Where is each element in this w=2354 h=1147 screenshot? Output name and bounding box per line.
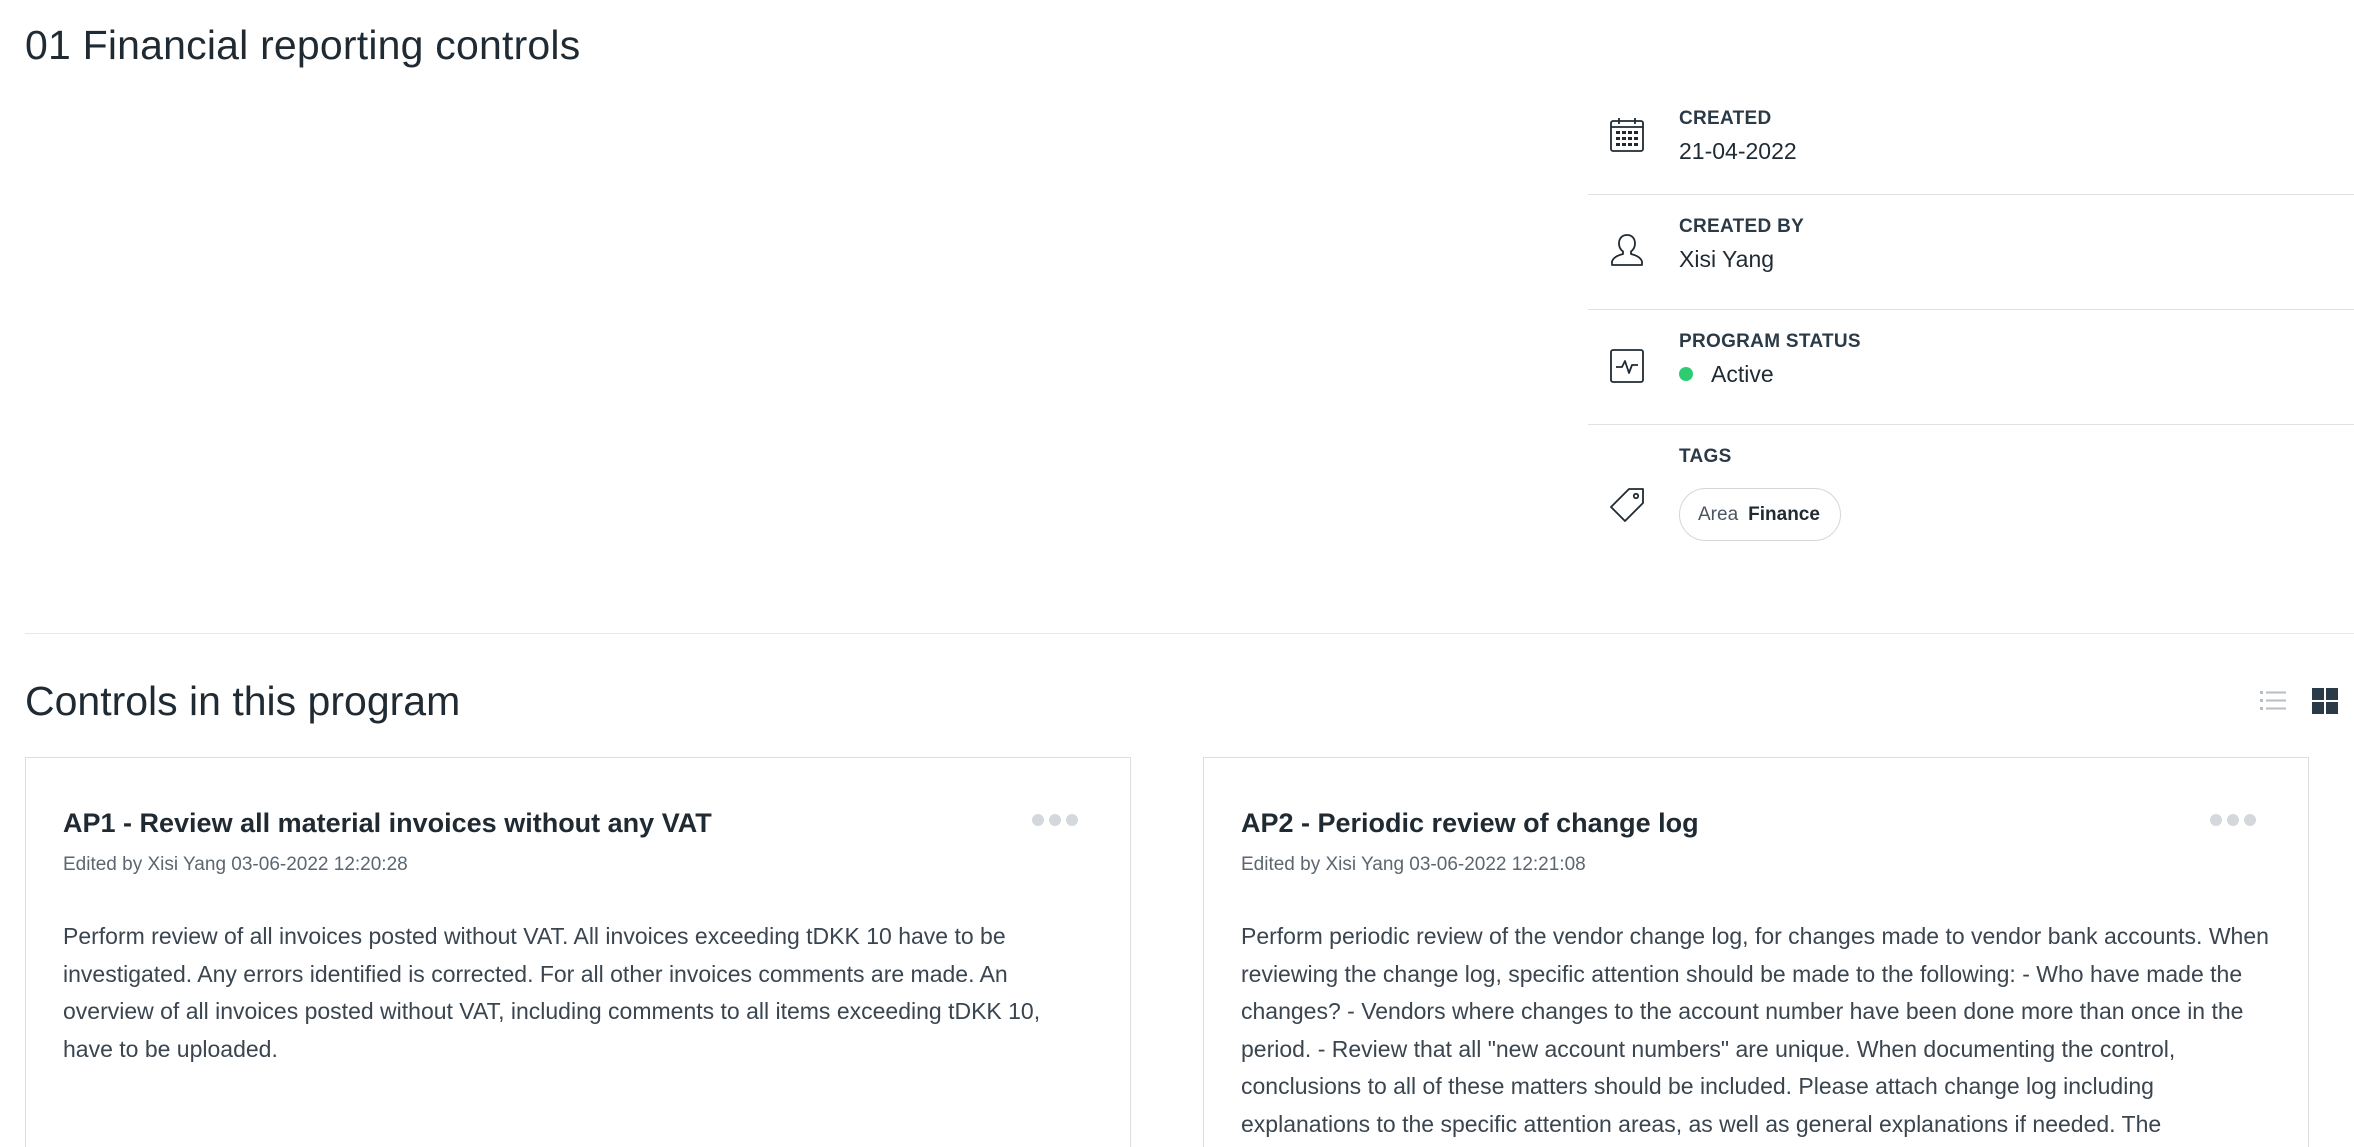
grid-view-icon[interactable] bbox=[2310, 686, 2340, 716]
meta-created-by-label: CREATED BY bbox=[1679, 216, 1805, 237]
meta-created-by-row: CREATED BY Xisi Yang bbox=[1588, 195, 2354, 310]
meta-program-status: PROGRAM STATUS Active bbox=[1679, 331, 1861, 388]
more-horizontal-icon[interactable] bbox=[2210, 814, 2256, 826]
meta-tags: TAGS Area Finance bbox=[1679, 446, 1841, 541]
meta-tags-row: TAGS Area Finance bbox=[1588, 425, 2354, 565]
meta-created: CREATED 21-04-2022 bbox=[1679, 108, 1797, 165]
section-divider bbox=[25, 633, 2354, 634]
meta-tags-label: TAGS bbox=[1679, 446, 1732, 467]
meta-created-row: CREATED 21-04-2022 bbox=[1588, 100, 2354, 195]
tag-pill[interactable]: Area Finance bbox=[1679, 488, 1841, 541]
meta-program-status-row: PROGRAM STATUS Active bbox=[1588, 310, 2354, 425]
controls-section-title: Controls in this program bbox=[25, 678, 461, 724]
calendar-icon bbox=[1608, 116, 1646, 154]
control-card-description: Perform review of all invoices posted wi… bbox=[63, 923, 1041, 1062]
meta-program-status-value-wrap: Active bbox=[1679, 361, 1861, 388]
status-dot bbox=[1679, 366, 1693, 381]
control-card-description: Perform periodic review of the vendor ch… bbox=[1241, 923, 2269, 1137]
list-view-icon[interactable] bbox=[2258, 686, 2288, 716]
activity-icon bbox=[1608, 347, 1646, 385]
control-card-edited: Edited by Xisi Yang 03-06-2022 12:20:28 bbox=[63, 854, 408, 875]
meta-created-label: CREATED bbox=[1679, 108, 1772, 129]
control-card-title[interactable]: AP1 - Review all material invoices witho… bbox=[63, 808, 712, 839]
user-icon bbox=[1608, 231, 1646, 269]
control-card-edited: Edited by Xisi Yang 03-06-2022 12:21:08 bbox=[1241, 854, 1586, 875]
control-card[interactable]: AP2 - Periodic review of change log Edit… bbox=[1203, 757, 2309, 1147]
meta-program-status-value: Active bbox=[1711, 361, 1774, 387]
page-title: 01 Financial reporting controls bbox=[25, 22, 581, 68]
meta-program-status-label: PROGRAM STATUS bbox=[1679, 331, 1861, 352]
meta-created-by: CREATED BY Xisi Yang bbox=[1679, 216, 1804, 273]
meta-created-value: 21-04-2022 bbox=[1679, 138, 1797, 164]
control-card-title[interactable]: AP2 - Periodic review of change log bbox=[1241, 808, 1699, 839]
tag-value: Finance bbox=[1748, 504, 1820, 525]
view-toggle bbox=[2258, 686, 2340, 716]
tag-icon bbox=[1608, 486, 1646, 524]
tag-key: Area bbox=[1698, 504, 1739, 525]
program-detail-page: 01 Financial reporting controls CREATED … bbox=[0, 0, 2354, 1147]
control-card[interactable]: AP1 - Review all material invoices witho… bbox=[25, 757, 1131, 1147]
meta-created-by-value: Xisi Yang bbox=[1679, 246, 1775, 272]
program-meta-panel: CREATED 21-04-2022 CREATED BY Xisi Yang bbox=[1588, 100, 2354, 565]
more-horizontal-icon[interactable] bbox=[1032, 814, 1078, 826]
